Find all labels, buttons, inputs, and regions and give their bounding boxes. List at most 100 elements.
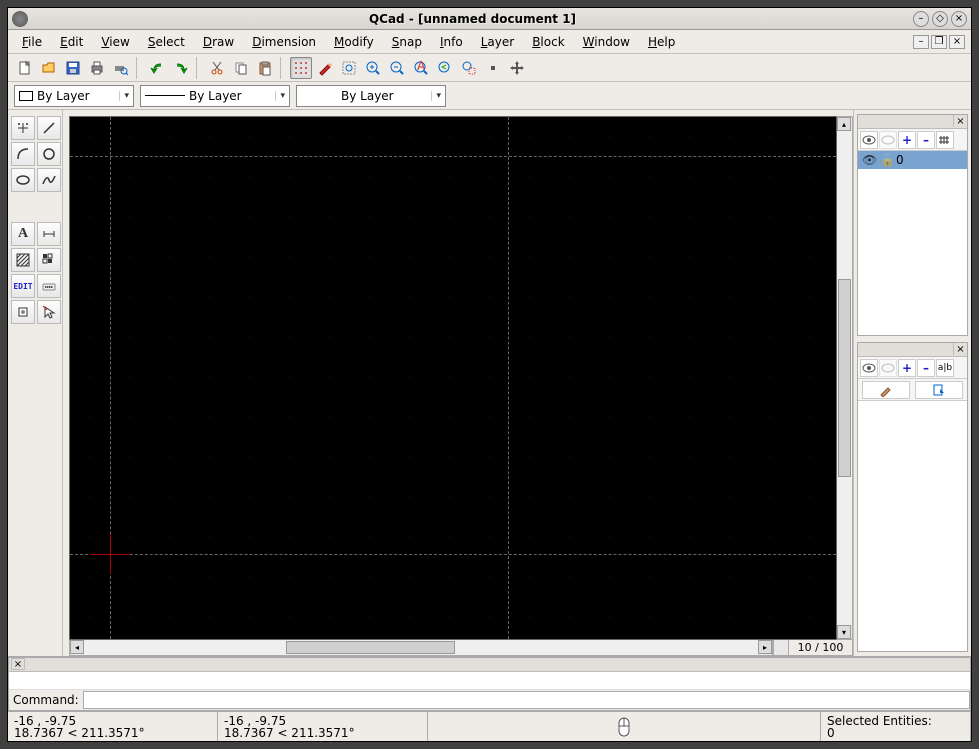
pan-button[interactable]	[506, 57, 528, 79]
mouse-icon	[616, 716, 632, 738]
mdi-restore-button[interactable]: ❐	[931, 35, 947, 49]
menu-draw[interactable]: Draw	[195, 32, 242, 52]
paste-button[interactable]	[254, 57, 276, 79]
tool-text[interactable]: A	[11, 222, 35, 246]
block-panel-close-button[interactable]: ×	[953, 343, 967, 355]
tool-info[interactable]	[37, 274, 61, 298]
layer-row-0[interactable]: 👁 🔒 0	[858, 151, 967, 169]
redraw-button[interactable]	[338, 57, 360, 79]
menu-info[interactable]: Info	[432, 32, 471, 52]
block-remove-button[interactable]: –	[917, 359, 935, 377]
command-label: Command:	[9, 693, 83, 707]
block-edit-button[interactable]	[862, 381, 910, 399]
save-button[interactable]	[62, 57, 84, 79]
layer-panel-close-button[interactable]: ×	[953, 115, 967, 127]
close-button[interactable]: ×	[951, 11, 967, 27]
tool-block[interactable]	[11, 300, 35, 324]
layer-remove-button[interactable]: –	[917, 131, 935, 149]
menu-layer[interactable]: Layer	[473, 32, 522, 52]
menubar: File Edit View Select Draw Dimension Mod…	[8, 30, 971, 54]
titlebar: QCad - [unnamed document 1] – ◇ ×	[8, 8, 971, 30]
layer-name-label: 0	[896, 153, 904, 167]
tool-arc[interactable]	[11, 142, 35, 166]
menu-window[interactable]: Window	[575, 32, 638, 52]
layer-hide-all-button[interactable]	[879, 131, 897, 149]
layer-show-all-button[interactable]	[860, 131, 878, 149]
color-combo[interactable]: By Layer▾	[14, 85, 134, 107]
block-panel: × + – a|b	[857, 342, 968, 652]
menu-snap[interactable]: Snap	[384, 32, 430, 52]
menu-view[interactable]: View	[93, 32, 137, 52]
zoom-pan-button[interactable]	[482, 57, 504, 79]
tool-select[interactable]	[37, 300, 61, 324]
redo-button[interactable]	[170, 57, 192, 79]
tool-line[interactable]	[37, 116, 61, 140]
zoom-in-button[interactable]	[362, 57, 384, 79]
zoom-previous-button[interactable]	[434, 57, 456, 79]
tool-image[interactable]	[37, 248, 61, 272]
scroll-left-button[interactable]: ◂	[70, 640, 84, 654]
open-button[interactable]	[38, 57, 60, 79]
block-hide-all-button[interactable]	[879, 359, 897, 377]
menu-dimension[interactable]: Dimension	[244, 32, 324, 52]
mdi-minimize-button[interactable]: –	[913, 35, 929, 49]
menu-modify[interactable]: Modify	[326, 32, 382, 52]
property-toolbar: By Layer▾ By Layer▾ By Layer▾	[8, 82, 971, 110]
tool-ellipse[interactable]	[11, 168, 35, 192]
window-title: QCad - [unnamed document 1]	[32, 12, 913, 26]
layer-panel: × + – 👁 🔒 0	[857, 114, 968, 336]
lineweight-combo[interactable]: By Layer▾	[296, 85, 446, 107]
menu-block[interactable]: Block	[524, 32, 572, 52]
print-button[interactable]	[86, 57, 108, 79]
status-abs-coords: -16 , -9.75 18.7367 < 211.3571°	[8, 712, 218, 741]
zoom-out-button[interactable]	[386, 57, 408, 79]
draft-mode-button[interactable]	[314, 57, 336, 79]
command-panel-close-button[interactable]: ×	[11, 658, 25, 670]
command-panel: × Command:	[8, 657, 971, 711]
linetype-combo[interactable]: By Layer▾	[140, 85, 290, 107]
tool-point[interactable]	[11, 116, 35, 140]
maximize-button[interactable]: ◇	[932, 11, 948, 27]
tool-spline[interactable]	[37, 168, 61, 192]
block-show-all-button[interactable]	[860, 359, 878, 377]
grid-toggle-button[interactable]	[290, 57, 312, 79]
main-toolbar: A	[8, 54, 971, 82]
block-rename-button[interactable]: a|b	[936, 359, 954, 377]
lock-icon: 🔒	[880, 153, 892, 167]
block-insert-button[interactable]	[915, 381, 963, 399]
menu-help[interactable]: Help	[640, 32, 683, 52]
layer-add-button[interactable]: +	[898, 131, 916, 149]
scroll-right-button[interactable]: ▸	[758, 640, 772, 654]
vertical-scrollbar[interactable]: ▴ ▾	[837, 116, 853, 640]
status-rel-coords: -16 , -9.75 18.7367 < 211.3571°	[218, 712, 428, 741]
tool-modify[interactable]: EDIT	[11, 274, 35, 298]
zoom-auto-button[interactable]: A	[410, 57, 432, 79]
drawing-canvas[interactable]	[69, 116, 837, 640]
layer-edit-button[interactable]	[936, 131, 954, 149]
zoom-window-button[interactable]	[458, 57, 480, 79]
tool-dimension[interactable]	[37, 222, 61, 246]
copy-button[interactable]	[230, 57, 252, 79]
command-output	[9, 672, 970, 690]
menu-select[interactable]: Select	[140, 32, 193, 52]
scroll-down-button[interactable]: ▾	[837, 625, 851, 639]
command-input[interactable]	[83, 691, 970, 709]
svg-text:A: A	[417, 60, 426, 73]
horizontal-scrollbar[interactable]: ◂ ▸	[69, 640, 773, 656]
block-add-button[interactable]: +	[898, 359, 916, 377]
scroll-up-button[interactable]: ▴	[837, 117, 851, 131]
mdi-close-button[interactable]: ×	[949, 35, 965, 49]
print-preview-button[interactable]	[110, 57, 132, 79]
cut-button[interactable]	[206, 57, 228, 79]
minimize-button[interactable]: –	[913, 11, 929, 27]
eye-icon: 👁	[862, 153, 876, 167]
menu-edit[interactable]: Edit	[52, 32, 91, 52]
menu-file[interactable]: File	[14, 32, 50, 52]
status-mouse-hints	[428, 712, 821, 741]
new-button[interactable]	[14, 57, 36, 79]
grid-spacing-label: 10 / 100	[789, 640, 853, 656]
undo-button[interactable]	[146, 57, 168, 79]
tool-hatch[interactable]	[11, 248, 35, 272]
status-selection: Selected Entities: 0	[821, 712, 971, 741]
tool-circle[interactable]	[37, 142, 61, 166]
